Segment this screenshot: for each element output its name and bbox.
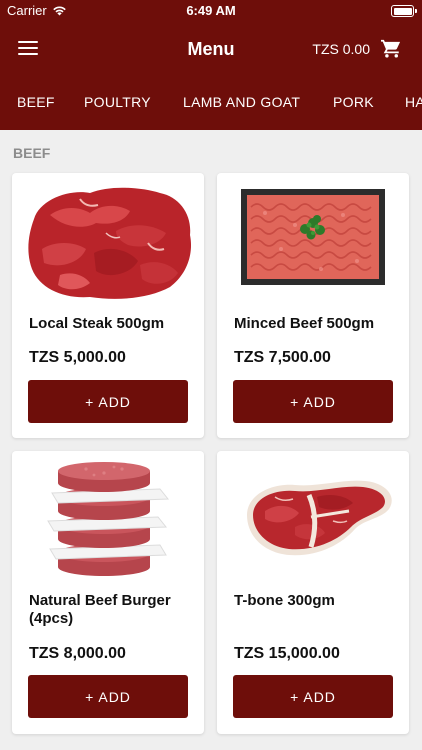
product-name: Minced Beef 500gm bbox=[234, 315, 375, 332]
add-button[interactable]: + ADD bbox=[28, 380, 188, 423]
battery-icon bbox=[391, 5, 417, 17]
product-card[interactable]: T-bone 300gm TZS 15,000.00 + ADD bbox=[217, 451, 409, 734]
product-image bbox=[241, 189, 385, 285]
add-button[interactable]: + ADD bbox=[28, 675, 188, 718]
tab-pork[interactable]: PORK bbox=[333, 94, 374, 110]
add-button[interactable]: + ADD bbox=[233, 380, 393, 423]
cart-icon[interactable] bbox=[380, 38, 402, 58]
product-card[interactable]: Minced Beef 500gm TZS 7,500.00 + ADD bbox=[217, 173, 409, 438]
product-image bbox=[28, 187, 192, 299]
status-time: 6:49 AM bbox=[186, 3, 236, 18]
product-price: TZS 8,000.00 bbox=[29, 645, 126, 662]
section-title: BEEF bbox=[13, 145, 51, 161]
product-price: TZS 5,000.00 bbox=[29, 349, 126, 366]
add-button[interactable]: + ADD bbox=[233, 675, 393, 718]
tab-poultry[interactable]: POULTRY bbox=[84, 94, 151, 110]
product-image bbox=[47, 462, 170, 576]
app-header: Carrier 6:49 AM Menu TZS 0.00 BEEF POULT… bbox=[0, 0, 422, 130]
product-card[interactable]: Local Steak 500gm TZS 5,000.00 + ADD bbox=[12, 173, 204, 438]
cart-total: TZS 0.00 bbox=[312, 41, 370, 57]
tab-beef[interactable]: BEEF bbox=[17, 94, 55, 110]
category-tabs: BEEF POULTRY LAMB AND GOAT PORK HA bbox=[0, 80, 422, 124]
product-name: Natural Beef Burger (4pcs) bbox=[29, 592, 171, 627]
tab-next-category[interactable]: HA bbox=[405, 94, 422, 110]
status-bar: Carrier 6:49 AM bbox=[0, 0, 422, 22]
navigation-bar: Menu TZS 0.00 bbox=[0, 22, 422, 76]
tab-lamb-and-goat[interactable]: LAMB AND GOAT bbox=[183, 94, 300, 110]
product-name: Local Steak 500gm bbox=[29, 315, 165, 332]
product-price: TZS 7,500.00 bbox=[234, 349, 331, 366]
product-name: T-bone 300gm bbox=[234, 592, 335, 609]
product-price: TZS 15,000.00 bbox=[234, 645, 340, 662]
product-card[interactable]: Natural Beef Burger (4pcs) TZS 8,000.00 … bbox=[12, 451, 204, 734]
product-image bbox=[247, 480, 392, 556]
